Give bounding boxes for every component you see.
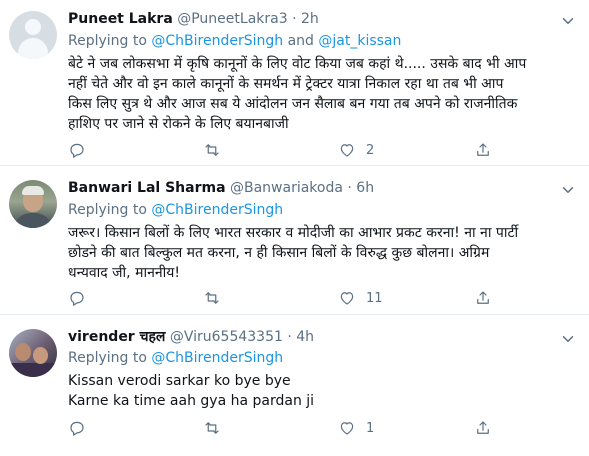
mention-link[interactable]: @ChBirenderSingh — [151, 33, 283, 49]
share-icon — [477, 421, 489, 434]
retweet-icon — [205, 422, 219, 434]
like-button[interactable]: 2 — [338, 140, 374, 160]
replying-to: Replying to @ChBirenderSingh — [68, 349, 283, 368]
tweet-1[interactable]: Puneet Lakra @PuneetLakra3 · 2h Replying… — [0, 0, 589, 166]
like-button[interactable]: 11 — [338, 288, 383, 308]
user-handle[interactable]: @Viru65543351 — [170, 329, 283, 345]
tweet-actions: 11 — [68, 288, 498, 308]
mention-link[interactable]: @jat_kissan — [318, 33, 401, 49]
like-button[interactable]: 1 — [338, 418, 374, 438]
retweet-icon — [205, 292, 219, 304]
timestamp[interactable]: 6h — [356, 180, 374, 196]
display-name[interactable]: virender चहल — [68, 329, 165, 345]
tweet-header: Banwari Lal Sharma @Banwariakoda · 6h — [68, 179, 374, 198]
avatar[interactable] — [9, 329, 57, 377]
avatar[interactable] — [9, 11, 57, 59]
reply-button[interactable] — [68, 140, 86, 160]
reply-button[interactable] — [68, 418, 86, 438]
tweet-actions: 2 — [68, 140, 498, 160]
share-icon — [477, 143, 489, 156]
replying-prefix: Replying to — [68, 33, 147, 49]
separator-dot: · — [287, 329, 292, 345]
reply-button[interactable] — [68, 288, 86, 308]
share-button[interactable] — [474, 140, 492, 160]
reply-icon — [70, 143, 84, 158]
mention-link[interactable]: @ChBirenderSingh — [151, 202, 283, 218]
share-button[interactable] — [474, 418, 492, 438]
timestamp[interactable]: 2h — [301, 11, 319, 27]
separator-dot: · — [292, 11, 297, 27]
tweet-header: Puneet Lakra @PuneetLakra3 · 2h — [68, 10, 319, 29]
tweet-actions: 1 — [68, 418, 498, 438]
tweet-text: बेटे ने जब लोकसभा में कृषि कानूनों के लि… — [68, 56, 527, 132]
separator-dot: · — [347, 180, 352, 196]
display-name[interactable]: Banwari Lal Sharma — [68, 180, 226, 196]
user-handle[interactable]: @PuneetLakra3 — [177, 11, 287, 27]
like-count: 11 — [366, 290, 383, 306]
display-name[interactable]: Puneet Lakra — [68, 11, 173, 27]
retweet-icon — [205, 144, 219, 156]
heart-icon — [340, 422, 354, 435]
like-count: 1 — [366, 420, 375, 436]
reply-icon — [70, 291, 84, 306]
tweet-header: virender चहल @Viru65543351 · 4h — [68, 328, 314, 347]
mention-joiner: and — [287, 33, 314, 49]
heart-icon — [340, 292, 354, 305]
replying-prefix: Replying to — [68, 202, 147, 218]
user-handle[interactable]: @Banwariakoda — [230, 180, 343, 196]
like-count: 2 — [366, 142, 375, 158]
timestamp[interactable]: 4h — [296, 329, 314, 345]
chevron-down-icon[interactable] — [559, 181, 577, 199]
heart-icon — [340, 144, 354, 157]
tweet-2[interactable]: Banwari Lal Sharma @Banwariakoda · 6h Re… — [0, 166, 589, 315]
chevron-down-icon[interactable] — [559, 330, 577, 348]
tweet-text: Kissan verodi sarkar ko bye bye Karne ka… — [68, 373, 315, 409]
chevron-down-icon[interactable] — [559, 12, 577, 30]
retweet-button[interactable] — [203, 140, 221, 160]
retweet-button[interactable] — [203, 288, 221, 308]
replying-to: Replying to @ChBirenderSingh and @jat_ki… — [68, 32, 401, 51]
retweet-button[interactable] — [203, 418, 221, 438]
share-icon — [477, 291, 489, 304]
tweet-3[interactable]: virender चहल @Viru65543351 · 4h Replying… — [0, 315, 589, 456]
tweet-text: जरूर। किसान बिलों के लिए भारत सरकार व मो… — [68, 225, 519, 281]
replying-to: Replying to @ChBirenderSingh — [68, 201, 283, 220]
share-button[interactable] — [474, 288, 492, 308]
avatar[interactable] — [9, 180, 57, 228]
replying-prefix: Replying to — [68, 350, 147, 366]
reply-icon — [70, 421, 84, 436]
mention-link[interactable]: @ChBirenderSingh — [151, 350, 283, 366]
